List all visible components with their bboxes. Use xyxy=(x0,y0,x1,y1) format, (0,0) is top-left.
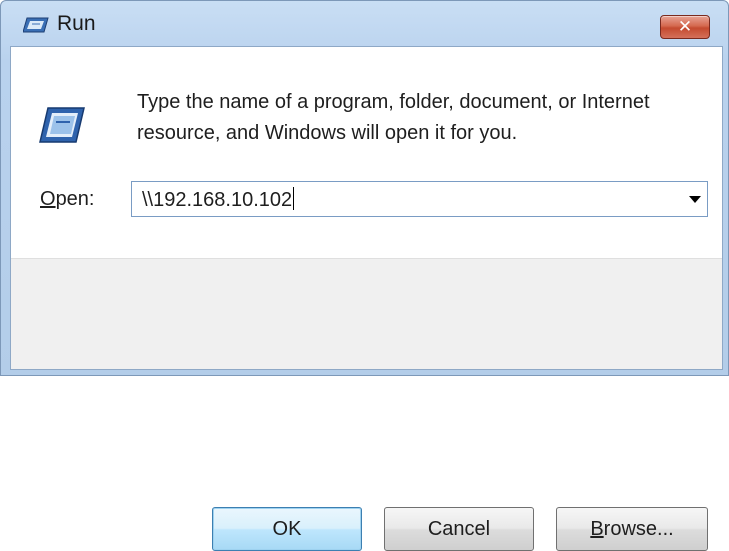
window-title: Run xyxy=(57,12,96,35)
open-input[interactable]: \\192.168.10.102 xyxy=(142,187,295,212)
open-input-value: \\192.168.10.102 xyxy=(142,189,293,211)
run-icon xyxy=(39,107,85,143)
open-combobox[interactable]: \\192.168.10.102 xyxy=(131,181,708,217)
open-label: Open: xyxy=(40,188,95,211)
browse-button-label: rowse... xyxy=(603,518,674,540)
close-button[interactable]: ✕ xyxy=(660,15,710,39)
button-bar: OK Cancel Browse... xyxy=(11,258,722,551)
open-label-mnemonic: O xyxy=(40,188,56,210)
run-dialog-window: Run ✕ Type the name of a program, folder… xyxy=(0,0,729,551)
close-icon: ✕ xyxy=(677,17,693,36)
ok-button[interactable]: OK xyxy=(212,507,362,551)
cancel-button-label: Cancel xyxy=(427,518,491,540)
open-label-text: pen: xyxy=(55,188,95,210)
browse-button[interactable]: Browse... xyxy=(556,507,708,551)
dialog-description: Type the name of a program, folder, docu… xyxy=(137,91,650,144)
chevron-down-icon[interactable] xyxy=(689,196,701,203)
dialog-body: Type the name of a program, folder, docu… xyxy=(10,46,723,551)
ok-button-label: OK xyxy=(272,518,302,540)
run-icon xyxy=(23,17,49,33)
browse-button-mnemonic: B xyxy=(590,518,604,540)
cancel-button[interactable]: Cancel xyxy=(384,507,534,551)
title-bar[interactable]: Run ✕ xyxy=(1,1,728,45)
text-caret xyxy=(293,187,295,210)
